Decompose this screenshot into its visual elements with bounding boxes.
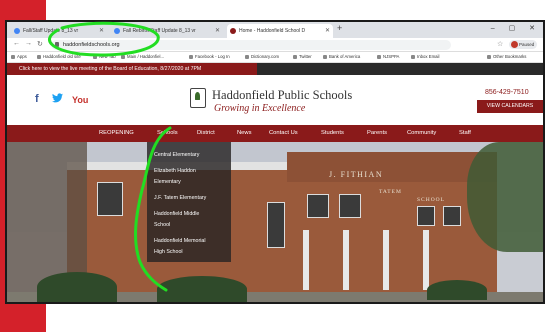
facebook-icon[interactable]: f: [35, 93, 39, 105]
nav-students[interactable]: Students: [321, 125, 344, 142]
tab-label: Home - Haddonfield School D: [239, 28, 306, 34]
profile-button[interactable]: Paused: [509, 40, 537, 49]
nav-reopening[interactable]: REOPENING: [99, 125, 134, 142]
tab-bar: Fall/Staff Update 8_13 vr ✕ Fall Rebirth…: [7, 22, 543, 38]
entrance-column: [423, 230, 429, 290]
building-window: [267, 202, 285, 248]
new-tab-button[interactable]: +: [337, 23, 342, 33]
building-sign: J. FITHIAN: [329, 170, 384, 179]
bookmark-inbox[interactable]: Inbox Email: [411, 54, 439, 59]
entrance-column: [343, 230, 349, 290]
url-text: haddonfieldschools.org: [63, 42, 120, 48]
bookmark-twitter[interactable]: Twitter: [293, 54, 312, 59]
building-sign-school: SCHOOL: [417, 197, 446, 203]
building-window: [97, 182, 123, 216]
bush: [37, 272, 117, 302]
school-name[interactable]: Haddonfield Public Schools: [212, 88, 352, 103]
bookmark-haddonfield-old[interactable]: Haddonfield old site: [37, 54, 81, 59]
entrance-column: [303, 230, 309, 290]
building-window: [417, 206, 435, 226]
building-window: [443, 206, 461, 226]
phone-number: 856-429-7510: [485, 89, 529, 96]
dropdown-item-central[interactable]: Central Elementary: [154, 152, 199, 159]
youtube-icon[interactable]: You: [72, 95, 88, 105]
board-meeting-link[interactable]: Click here to view the live meeting of t…: [7, 63, 257, 75]
dropdown-item-elizabeth-haddon-2[interactable]: Elementary: [154, 179, 181, 186]
hero-image: J. FITHIAN TATEM SCHOOL: [7, 142, 543, 302]
building-window: [339, 194, 361, 218]
lock-icon: [55, 42, 59, 47]
bookmarks-bar: Apps Haddonfield old site New Tab Main /…: [7, 52, 543, 63]
bookmark-main[interactable]: Main / Haddonfiel...: [121, 54, 164, 59]
nav-parents[interactable]: Parents: [367, 125, 387, 142]
docs-icon: [114, 28, 120, 34]
nav-staff[interactable]: Staff: [459, 125, 471, 142]
reload-icon[interactable]: ↻: [37, 40, 43, 48]
entrance-column: [383, 230, 389, 290]
dropdown-item-tatem[interactable]: J.F. Tatem Elementary: [154, 195, 206, 202]
close-icon[interactable]: ✕: [325, 24, 330, 38]
bookmark-new-tab[interactable]: New Tab: [93, 54, 116, 59]
bush: [427, 280, 487, 300]
bookmark-apps[interactable]: Apps: [11, 54, 27, 59]
dropdown-item-elizabeth-haddon[interactable]: Elizabeth Haddon: [154, 168, 196, 175]
nav-community[interactable]: Community: [407, 125, 436, 142]
docs-icon: [14, 28, 20, 34]
notice-bar: Click here to view the live meeting of t…: [7, 63, 543, 75]
building-wing: [287, 152, 497, 182]
dropdown-item-memorial-2[interactable]: High School: [154, 249, 183, 256]
dropdown-item-middle-2[interactable]: School: [154, 222, 170, 229]
close-icon[interactable]: ✕: [99, 24, 104, 38]
bookmark-dictionary[interactable]: Dictionary.com: [245, 54, 279, 59]
school-tagline: Growing in Excellence: [214, 103, 306, 114]
tab-home[interactable]: Home - Haddonfield School D ✕: [227, 24, 333, 38]
forward-arrow-icon[interactable]: →: [25, 40, 32, 47]
view-calendars-button[interactable]: VIEW CALENDARS: [477, 100, 543, 113]
nav-schools[interactable]: Schools: [157, 125, 178, 142]
tree-right: [467, 142, 543, 252]
nav-district[interactable]: District: [197, 125, 215, 142]
site-header: f You Haddonfield Public Schools Growing…: [7, 75, 543, 125]
tab-rebirth-update[interactable]: Fall Rebirth/Staff Update 8_13 vr ✕: [111, 24, 223, 38]
bookmark-njsppa[interactable]: NJSPPA: [377, 54, 399, 59]
address-bar: ← → ↻ haddonfieldschools.org ☆ Paused: [7, 38, 543, 52]
bookmark-other[interactable]: Other Bookmarks: [487, 54, 526, 59]
building-sign-tatem: TATEM: [379, 189, 402, 195]
dropdown-item-middle[interactable]: Haddonfield Middle: [154, 211, 199, 218]
star-icon[interactable]: ☆: [497, 40, 503, 48]
bush: [157, 276, 247, 302]
school-favicon-icon: [230, 28, 236, 34]
main-nav: REOPENING Schools District News Contact …: [7, 125, 543, 142]
dropdown-item-memorial[interactable]: Haddonfield Memorial: [154, 238, 206, 245]
browser-screenshot: Fall/Staff Update 8_13 vr ✕ Fall Rebirth…: [5, 20, 545, 304]
tab-label: Fall/Staff Update 8_13 vr: [23, 28, 79, 34]
back-arrow-icon[interactable]: ←: [13, 40, 20, 47]
url-field[interactable]: haddonfieldschools.org: [51, 40, 451, 50]
window-controls[interactable]: – ▢ ✕: [491, 22, 541, 36]
bookmark-facebook[interactable]: Facebook - Log In: [189, 54, 230, 59]
twitter-icon[interactable]: [52, 93, 63, 106]
building-window: [307, 194, 329, 218]
tab-staff-update[interactable]: Fall/Staff Update 8_13 vr ✕: [11, 24, 107, 38]
schools-dropdown: Central Elementary Elizabeth Haddon Elem…: [147, 142, 231, 262]
nav-contact-us[interactable]: Contact Us: [269, 125, 298, 142]
school-seal-logo: [190, 88, 206, 108]
nav-news[interactable]: News: [237, 125, 252, 142]
top-strip: [46, 0, 550, 20]
close-icon[interactable]: ✕: [215, 24, 220, 38]
tab-label: Fall Rebirth/Staff Update 8_13 vr: [123, 28, 196, 34]
bookmark-bank[interactable]: Bank of America: [323, 54, 360, 59]
